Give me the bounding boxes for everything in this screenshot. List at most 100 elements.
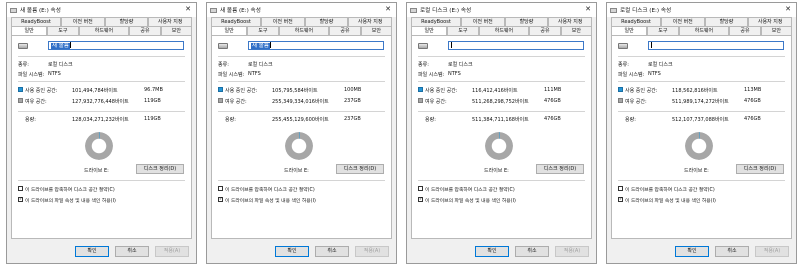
tab-quota[interactable]: 할당량 bbox=[704, 17, 749, 26]
tab-security[interactable]: 보안 bbox=[760, 26, 792, 35]
disk-usage-donut bbox=[85, 132, 113, 160]
tab-customize[interactable]: 사용자 지정 bbox=[548, 17, 592, 26]
divider bbox=[418, 180, 585, 181]
volume-name-input[interactable] bbox=[448, 41, 584, 50]
apply-button[interactable]: 적용(A) bbox=[155, 246, 189, 257]
tab-sharing[interactable]: 공유 bbox=[529, 26, 561, 35]
tab-customize[interactable]: 사용자 지정 bbox=[748, 17, 792, 26]
compress-checkbox[interactable] bbox=[18, 186, 23, 191]
index-checkbox[interactable]: ✓ bbox=[618, 197, 623, 202]
divider bbox=[218, 81, 385, 82]
tab-security[interactable]: 보안 bbox=[160, 26, 192, 35]
tab-security[interactable]: 보안 bbox=[560, 26, 592, 35]
tab-row-bottom: 일반 도구 하드웨어 공유 보안 bbox=[7, 26, 196, 35]
cancel-button[interactable]: 취소 bbox=[515, 246, 549, 257]
disk-cleanup-button[interactable]: 디스크 정리(D) bbox=[136, 164, 184, 174]
capacity-label: 용량: bbox=[25, 117, 36, 123]
ok-button[interactable]: 확인 bbox=[275, 246, 309, 257]
tab-customize[interactable]: 사용자 지정 bbox=[148, 17, 192, 26]
title-bar[interactable]: 로컬 디스크 (E:) 속성 ✕ bbox=[607, 3, 796, 17]
tab-quota[interactable]: 할당량 bbox=[304, 17, 349, 26]
tab-general[interactable]: 일반 bbox=[411, 26, 448, 35]
tab-tools[interactable]: 도구 bbox=[447, 26, 479, 35]
tab-readyboost[interactable]: ReadyBoost bbox=[11, 17, 61, 26]
ok-button[interactable]: 확인 bbox=[675, 246, 709, 257]
cancel-button[interactable]: 취소 bbox=[315, 246, 349, 257]
tab-general[interactable]: 일반 bbox=[11, 26, 48, 35]
tab-hardware[interactable]: 하드웨어 bbox=[678, 26, 730, 35]
cancel-button[interactable]: 취소 bbox=[115, 246, 149, 257]
tab-sharing[interactable]: 공유 bbox=[129, 26, 161, 35]
tab-tools[interactable]: 도구 bbox=[647, 26, 679, 35]
apply-button[interactable]: 적용(A) bbox=[555, 246, 589, 257]
tab-tools[interactable]: 도구 bbox=[47, 26, 79, 35]
cancel-button[interactable]: 취소 bbox=[715, 246, 749, 257]
tab-previous-versions[interactable]: 이전 버전 bbox=[460, 17, 505, 26]
drive-app-icon bbox=[10, 7, 17, 13]
disk-cleanup-button[interactable]: 디스크 정리(D) bbox=[536, 164, 584, 174]
index-checkbox[interactable]: ✓ bbox=[18, 197, 23, 202]
tab-row-bottom: 일반 도구 하드웨어 공유 보안 bbox=[607, 26, 796, 35]
compress-checkbox[interactable] bbox=[218, 186, 223, 191]
title-bar[interactable]: 새 볼륨 (E:) 속성 ✕ bbox=[7, 3, 196, 17]
tab-quota[interactable]: 할당량 bbox=[104, 17, 149, 26]
divider bbox=[618, 180, 785, 181]
compress-label: 이 드라이브를 압축하여 디스크 공간 절약(C) bbox=[625, 188, 715, 193]
window-title: 새 볼륨 (E:) 속성 bbox=[20, 8, 61, 14]
compress-checkbox[interactable] bbox=[418, 186, 423, 191]
tab-general[interactable]: 일반 bbox=[611, 26, 648, 35]
index-checkbox[interactable]: ✓ bbox=[418, 197, 423, 202]
tab-sharing[interactable]: 공유 bbox=[329, 26, 361, 35]
tab-previous-versions[interactable]: 이전 버전 bbox=[660, 17, 705, 26]
apply-button[interactable]: 적용(A) bbox=[755, 246, 789, 257]
index-checkbox[interactable]: ✓ bbox=[218, 197, 223, 202]
close-icon[interactable]: ✕ bbox=[785, 5, 791, 13]
tab-row-top: ReadyBoost 이전 버전 할당량 사용자 지정 bbox=[7, 17, 196, 26]
tab-hardware[interactable]: 하드웨어 bbox=[278, 26, 330, 35]
volume-name-input[interactable]: 새 볼륨 bbox=[48, 41, 184, 50]
disk-cleanup-button[interactable]: 디스크 정리(D) bbox=[736, 164, 784, 174]
divider bbox=[18, 180, 185, 181]
tab-general[interactable]: 일반 bbox=[211, 26, 248, 35]
apply-button[interactable]: 적용(A) bbox=[355, 246, 389, 257]
used-space-swatch bbox=[18, 87, 23, 92]
drive-properties-dialog: 로컬 디스크 (E:) 속성 ✕ ReadyBoost 이전 버전 할당량 사용… bbox=[406, 2, 597, 264]
tab-hardware[interactable]: 하드웨어 bbox=[478, 26, 530, 35]
tab-hardware[interactable]: 하드웨어 bbox=[78, 26, 130, 35]
tab-readyboost[interactable]: ReadyBoost bbox=[211, 17, 261, 26]
volume-name-input[interactable] bbox=[648, 41, 784, 50]
volume-name-input[interactable]: 새 볼륨 bbox=[248, 41, 384, 50]
file-system-label: 파일 시스템: bbox=[618, 72, 645, 78]
tab-quota[interactable]: 할당량 bbox=[504, 17, 549, 26]
ok-button[interactable]: 확인 bbox=[475, 246, 509, 257]
tab-readyboost[interactable]: ReadyBoost bbox=[611, 17, 661, 26]
tab-previous-versions[interactable]: 이전 버전 bbox=[260, 17, 305, 26]
compress-checkbox[interactable] bbox=[618, 186, 623, 191]
general-tab-panel: 새 볼륨 종류: 로컬 디스크 파일 시스템: NTFS 사용 중인 공간: 1… bbox=[211, 35, 392, 239]
tab-row-bottom: 일반 도구 하드웨어 공유 보안 bbox=[207, 26, 396, 35]
close-icon[interactable]: ✕ bbox=[185, 5, 191, 13]
divider bbox=[18, 111, 185, 112]
tab-readyboost[interactable]: ReadyBoost bbox=[411, 17, 461, 26]
tab-customize[interactable]: 사용자 지정 bbox=[348, 17, 392, 26]
drive-letter-label: 드라이브 E: bbox=[484, 168, 509, 174]
drive-icon bbox=[418, 43, 428, 49]
title-bar[interactable]: 새 볼륨 (E:) 속성 ✕ bbox=[207, 3, 396, 17]
drive-app-icon bbox=[610, 7, 617, 13]
divider bbox=[218, 180, 385, 181]
tab-tools[interactable]: 도구 bbox=[247, 26, 279, 35]
tab-sharing[interactable]: 공유 bbox=[729, 26, 761, 35]
used-space-label: 사용 중인 공간: bbox=[425, 88, 458, 94]
type-value: 로컬 디스크 bbox=[48, 62, 73, 68]
close-icon[interactable]: ✕ bbox=[585, 5, 591, 13]
tab-previous-versions[interactable]: 이전 버전 bbox=[60, 17, 105, 26]
ok-button[interactable]: 확인 bbox=[75, 246, 109, 257]
type-label: 종류: bbox=[218, 62, 229, 68]
title-bar[interactable]: 로컬 디스크 (E:) 속성 ✕ bbox=[407, 3, 596, 17]
disk-usage-donut bbox=[285, 132, 313, 160]
disk-cleanup-button[interactable]: 디스크 정리(D) bbox=[336, 164, 384, 174]
capacity-bytes: 511,384,711,168바이트 bbox=[472, 117, 529, 123]
drive-properties-dialog: 새 볼륨 (E:) 속성 ✕ ReadyBoost 이전 버전 할당량 사용자 … bbox=[206, 2, 397, 264]
close-icon[interactable]: ✕ bbox=[385, 5, 391, 13]
tab-security[interactable]: 보안 bbox=[360, 26, 392, 35]
